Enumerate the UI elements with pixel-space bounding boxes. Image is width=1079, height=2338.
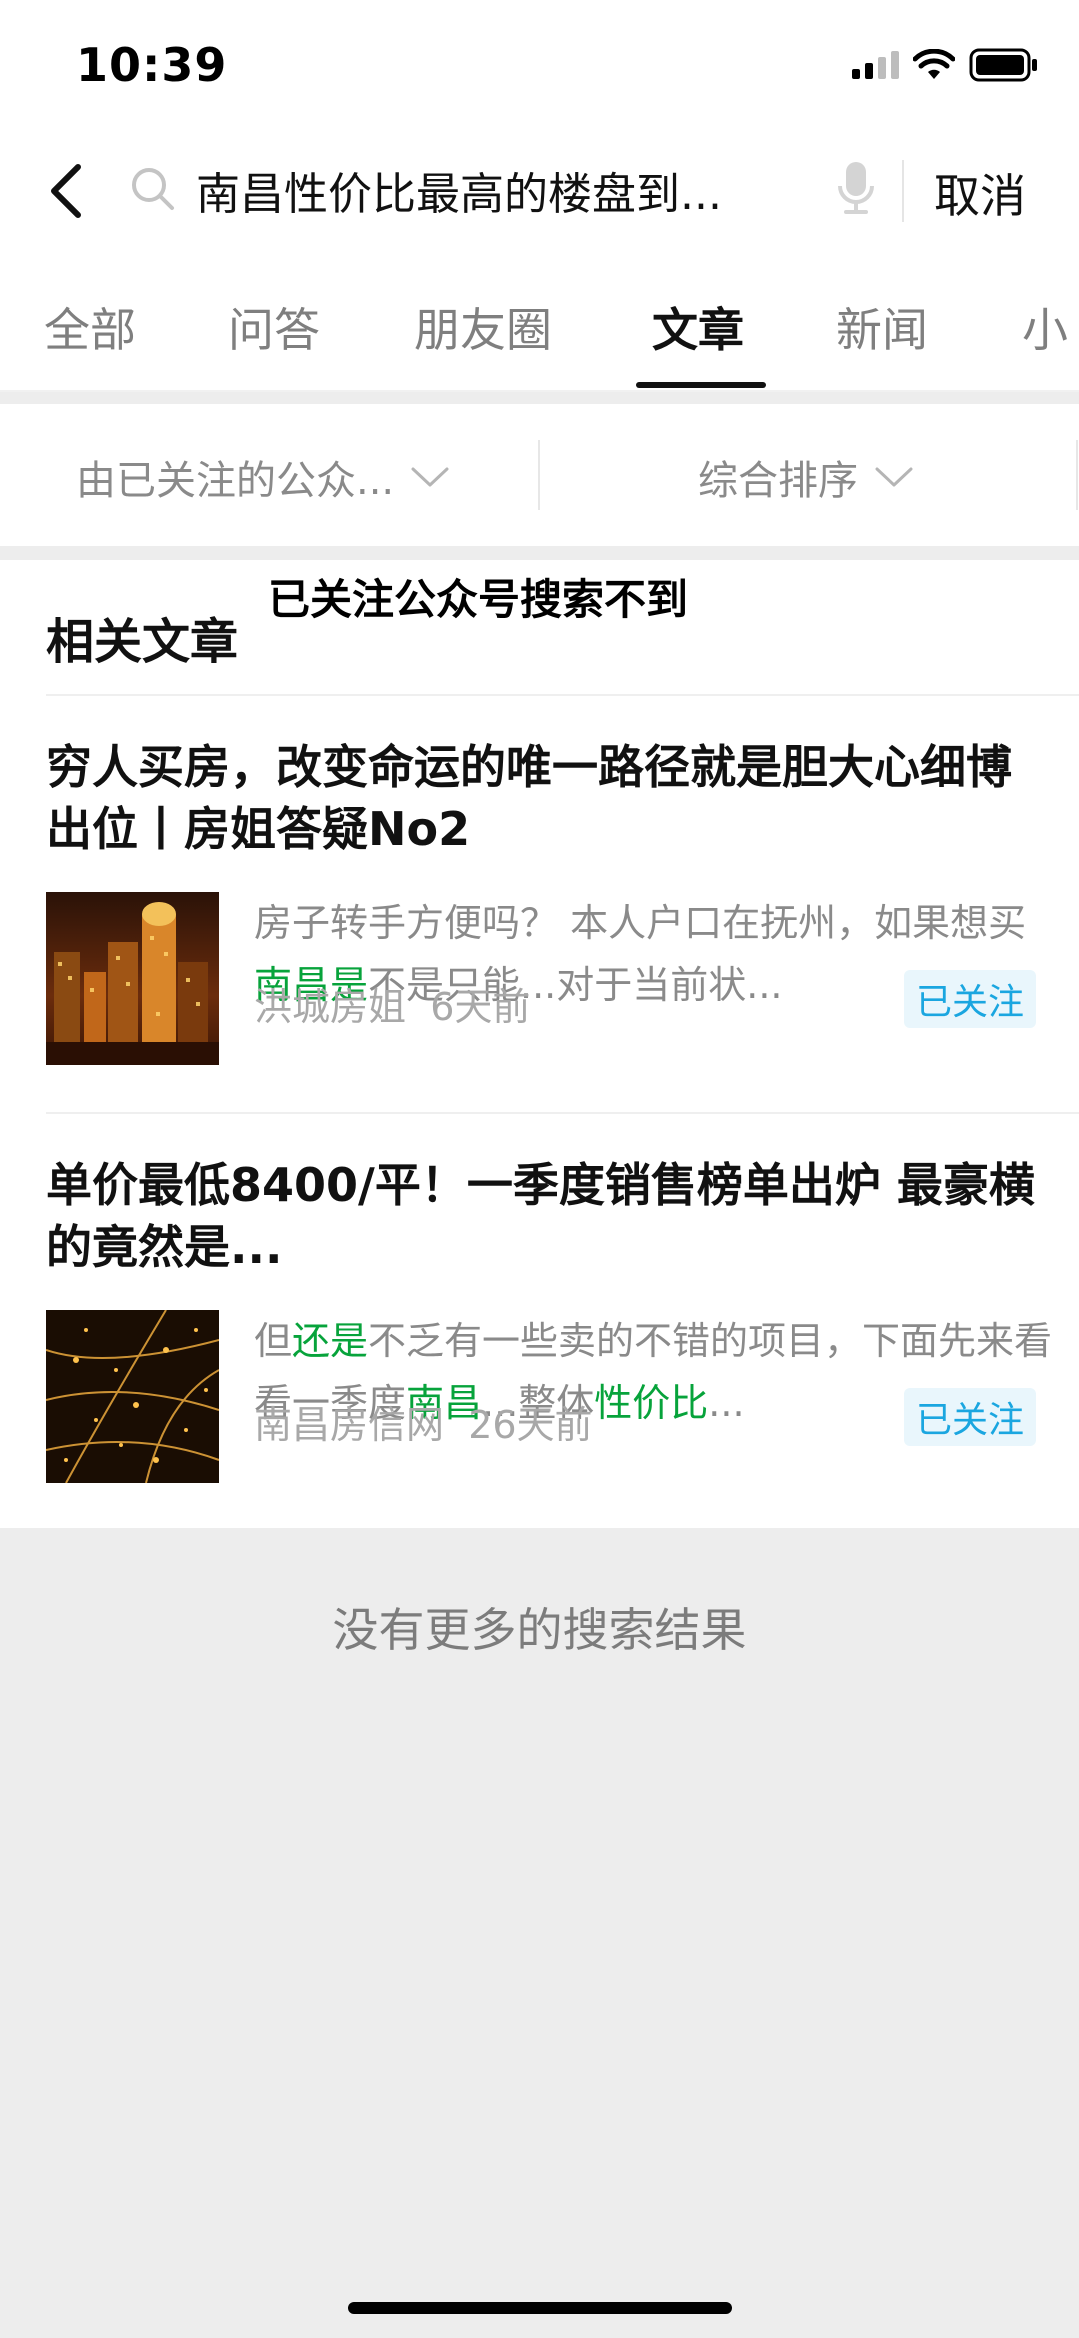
- sort-filter-label: 综合排序: [698, 458, 858, 504]
- article-source: 洪城房姐: [254, 985, 407, 1029]
- source-filter[interactable]: 由已关注的公众...: [76, 448, 450, 506]
- sort-filter[interactable]: 综合排序: [698, 448, 914, 506]
- results-panel: 相关文章 已关注公众号搜索不到 穷人买房，改变命运的唯一路径就是胆大心细博出位丨…: [0, 560, 1079, 1528]
- article-item[interactable]: 单价最低8400/平！一季度销售榜单出炉 最豪横的竟然是... 但还是不乏有一些…: [46, 1154, 1052, 1483]
- followed-badge: 已关注: [904, 970, 1037, 1028]
- article-time: 6天前: [430, 985, 531, 1029]
- tab-qa[interactable]: 问答: [228, 294, 320, 360]
- snippet-highlight: 还是: [292, 1319, 369, 1363]
- tab-moments[interactable]: 朋友圈: [414, 294, 552, 360]
- article-meta: 南昌房信网 26天前: [254, 1394, 593, 1449]
- status-time: 10:39: [76, 38, 228, 92]
- search-input[interactable]: 南昌性价比最高的楼盘到...: [196, 158, 776, 222]
- microphone-icon[interactable]: [836, 160, 876, 216]
- divider: [538, 440, 540, 510]
- tab-all[interactable]: 全部: [44, 294, 136, 360]
- tab-more[interactable]: 小: [1022, 294, 1068, 360]
- snippet-text: ...: [708, 1381, 745, 1425]
- snippet-highlight: 性价比: [594, 1381, 709, 1425]
- tab-articles[interactable]: 文章: [652, 294, 744, 360]
- wifi-icon: [913, 49, 955, 79]
- active-tab-indicator: [636, 382, 766, 388]
- divider: [46, 694, 1079, 696]
- home-indicator[interactable]: [348, 2302, 732, 2314]
- divider: [1076, 440, 1078, 510]
- article-meta: 洪城房姐 6天前: [254, 976, 530, 1031]
- filter-bar: 由已关注的公众... 综合排序: [0, 404, 1079, 546]
- search-icon: [132, 168, 174, 210]
- divider: [902, 160, 904, 222]
- source-filter-label: 由已关注的公众...: [76, 458, 395, 504]
- battery-icon: [969, 48, 1037, 82]
- chevron-left-icon: [51, 164, 81, 218]
- article-source: 南昌房信网: [254, 1403, 445, 1447]
- cancel-button[interactable]: 取消: [934, 160, 1026, 226]
- category-tabs: 全部 问答 朋友圈 文章 新闻 小: [0, 254, 1079, 390]
- article-thumbnail: [46, 1310, 219, 1483]
- back-button[interactable]: [36, 158, 96, 224]
- no-more-results: 没有更多的搜索结果: [332, 1603, 747, 1657]
- article-title: 穷人买房，改变命运的唯一路径就是胆大心细博出位丨房姐答疑No2: [46, 740, 1012, 856]
- divider: [46, 1112, 1079, 1114]
- snippet-text: 但: [254, 1319, 293, 1363]
- snippet-text: 房子转手方便吗？ 本人户口在抚州，如果想买: [254, 901, 1027, 945]
- chevron-down-icon: [875, 467, 913, 487]
- section-title: 相关文章: [46, 614, 239, 670]
- cellular-signal-icon: [852, 51, 899, 79]
- chevron-down-icon: [411, 467, 449, 487]
- article-title: 单价最低8400/平！一季度销售榜单出炉 最豪横的竟然是...: [46, 1158, 1035, 1274]
- article-item[interactable]: 穷人买房，改变命运的唯一路径就是胆大心细博出位丨房姐答疑No2 房子转手方便吗？…: [46, 736, 1046, 1065]
- article-thumbnail: [46, 892, 219, 1065]
- tab-news[interactable]: 新闻: [836, 294, 928, 360]
- followed-badge: 已关注: [904, 1388, 1037, 1446]
- article-time: 26天前: [468, 1403, 593, 1447]
- tooltip: 已关注公众号搜索不到: [244, 560, 713, 632]
- status-icons: [852, 48, 1039, 82]
- status-bar: 10:39: [0, 0, 1079, 128]
